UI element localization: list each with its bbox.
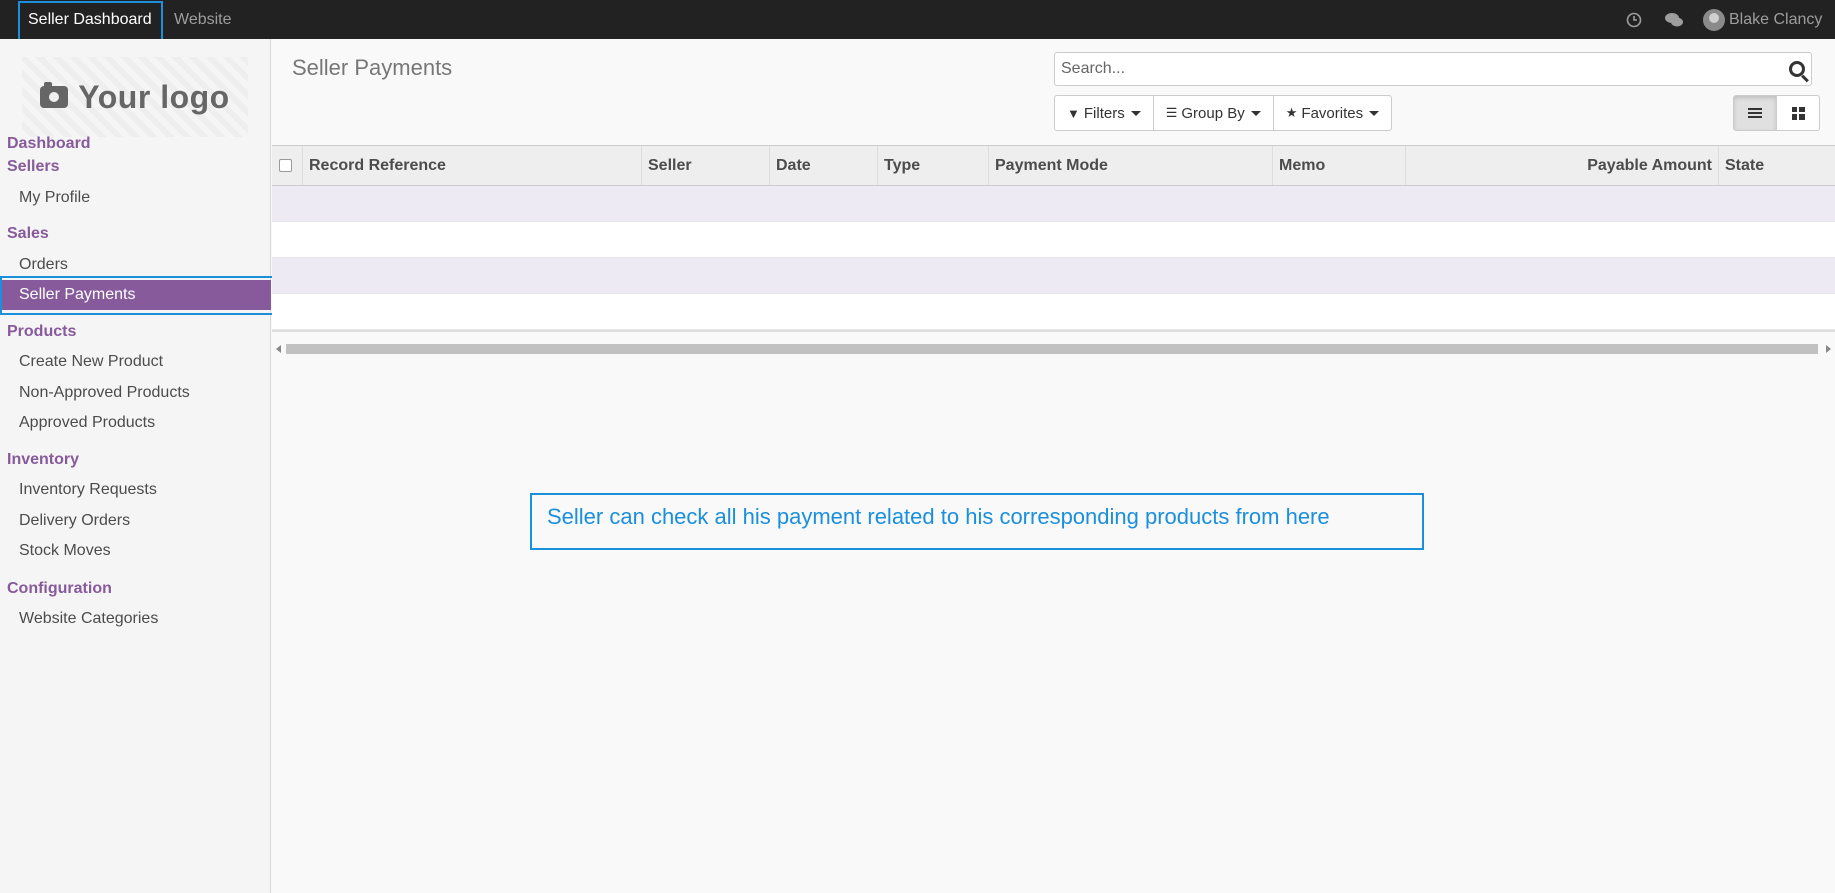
kanban-view-button[interactable]	[1776, 95, 1820, 131]
sidebar-item-inventory-requests[interactable]: Inventory Requests	[19, 481, 157, 499]
filters-button[interactable]: ▼ Filters	[1054, 95, 1154, 131]
column-type[interactable]: Type	[877, 146, 988, 185]
company-logo[interactable]: Your logo	[22, 57, 248, 137]
sidebar-item-approved-products[interactable]: Approved Products	[19, 414, 155, 432]
search-bar	[1054, 52, 1812, 86]
star-icon: ★	[1285, 105, 1298, 120]
sidebar-item-non-approved-products[interactable]: Non-Approved Products	[19, 384, 190, 402]
sidebar-item-delivery-orders[interactable]: Delivery Orders	[19, 512, 130, 530]
table-row	[272, 294, 1835, 330]
search-icon[interactable]	[1789, 61, 1805, 77]
sidebar-item-my-profile[interactable]: My Profile	[19, 189, 90, 207]
sidebar-section-inventory: Inventory	[7, 451, 80, 468]
column-date[interactable]: Date	[769, 146, 877, 185]
column-payable-amount[interactable]: Payable Amount	[1405, 146, 1718, 185]
user-name: Blake Clancy	[1729, 10, 1823, 28]
annotation-text: Seller can check all his payment related…	[547, 504, 1330, 529]
chevron-down-icon	[1130, 110, 1141, 116]
column-seller[interactable]: Seller	[641, 146, 769, 185]
favorites-button[interactable]: ★ Favorites	[1272, 95, 1393, 131]
sidebar-item-sellers[interactable]: Sellers	[7, 158, 59, 176]
sidebar: Your logo Dashboard Sellers My Profile S…	[0, 39, 271, 893]
camera-icon	[40, 82, 69, 108]
payments-table: Record Reference Seller Date Type Paymen…	[272, 145, 1835, 332]
sidebar-item-stock-moves[interactable]: Stock Moves	[19, 542, 111, 560]
table-row	[272, 186, 1835, 222]
main-content: Seller Payments ▼ Filters ☰ Group By ★ F…	[272, 39, 1835, 893]
chevron-down-icon	[1369, 110, 1380, 116]
sidebar-section-products: Products	[7, 323, 77, 340]
column-payment-mode[interactable]: Payment Mode	[988, 146, 1272, 185]
sidebar-section-sales: Sales	[7, 225, 49, 242]
group-by-label: Group By	[1181, 104, 1245, 122]
table-header: Record Reference Seller Date Type Paymen…	[272, 145, 1835, 186]
list-view-button[interactable]	[1733, 95, 1777, 131]
table-row	[272, 258, 1835, 294]
bars-icon: ☰	[1165, 105, 1178, 120]
favorites-label: Favorites	[1301, 104, 1364, 122]
scroll-right-icon[interactable]	[1826, 345, 1831, 353]
highlight-seller-payments	[0, 276, 282, 315]
kanban-icon	[1791, 106, 1805, 120]
group-by-button[interactable]: ☰ Group By	[1152, 95, 1274, 131]
user-menu[interactable]: Blake Clancy	[1703, 0, 1822, 39]
column-memo[interactable]: Memo	[1272, 146, 1405, 185]
chat-icon[interactable]	[1664, 0, 1684, 39]
search-options: ▼ Filters ☰ Group By ★ Favorites	[1054, 95, 1393, 131]
scroll-left-icon[interactable]	[276, 345, 281, 353]
sidebar-item-create-new-product[interactable]: Create New Product	[19, 353, 163, 371]
table-footer-divider	[272, 330, 1835, 332]
avatar	[1703, 8, 1725, 31]
page-title: Seller Payments	[292, 55, 453, 80]
activity-clock-icon[interactable]	[1626, 0, 1642, 39]
sidebar-section-configuration: Configuration	[7, 580, 112, 597]
list-icon	[1748, 107, 1762, 119]
table-row	[272, 222, 1835, 258]
horizontal-scrollbar[interactable]	[272, 342, 1835, 356]
filters-label: Filters	[1083, 104, 1125, 122]
chevron-down-icon	[1250, 110, 1261, 116]
sidebar-item-dashboard[interactable]: Dashboard	[7, 135, 91, 153]
app-website[interactable]: Website	[164, 0, 242, 39]
column-record-reference[interactable]: Record Reference	[302, 146, 641, 185]
select-all-checkbox[interactable]	[279, 159, 292, 172]
filter-icon: ▼	[1067, 105, 1080, 121]
logo-text: Your logo	[78, 78, 230, 115]
annotation-callout: Seller can check all his payment related…	[530, 493, 1424, 550]
select-all-checkbox-cell	[272, 146, 302, 185]
top-navbar: Seller Dashboard Website Blake Clancy	[0, 0, 1835, 39]
view-switcher	[1733, 95, 1820, 131]
column-state[interactable]: State	[1718, 146, 1835, 185]
sidebar-item-orders[interactable]: Orders	[19, 256, 68, 274]
sidebar-item-website-categories[interactable]: Website Categories	[19, 610, 158, 628]
scrollbar-thumb[interactable]	[286, 344, 1818, 354]
search-input[interactable]	[1061, 53, 1761, 85]
